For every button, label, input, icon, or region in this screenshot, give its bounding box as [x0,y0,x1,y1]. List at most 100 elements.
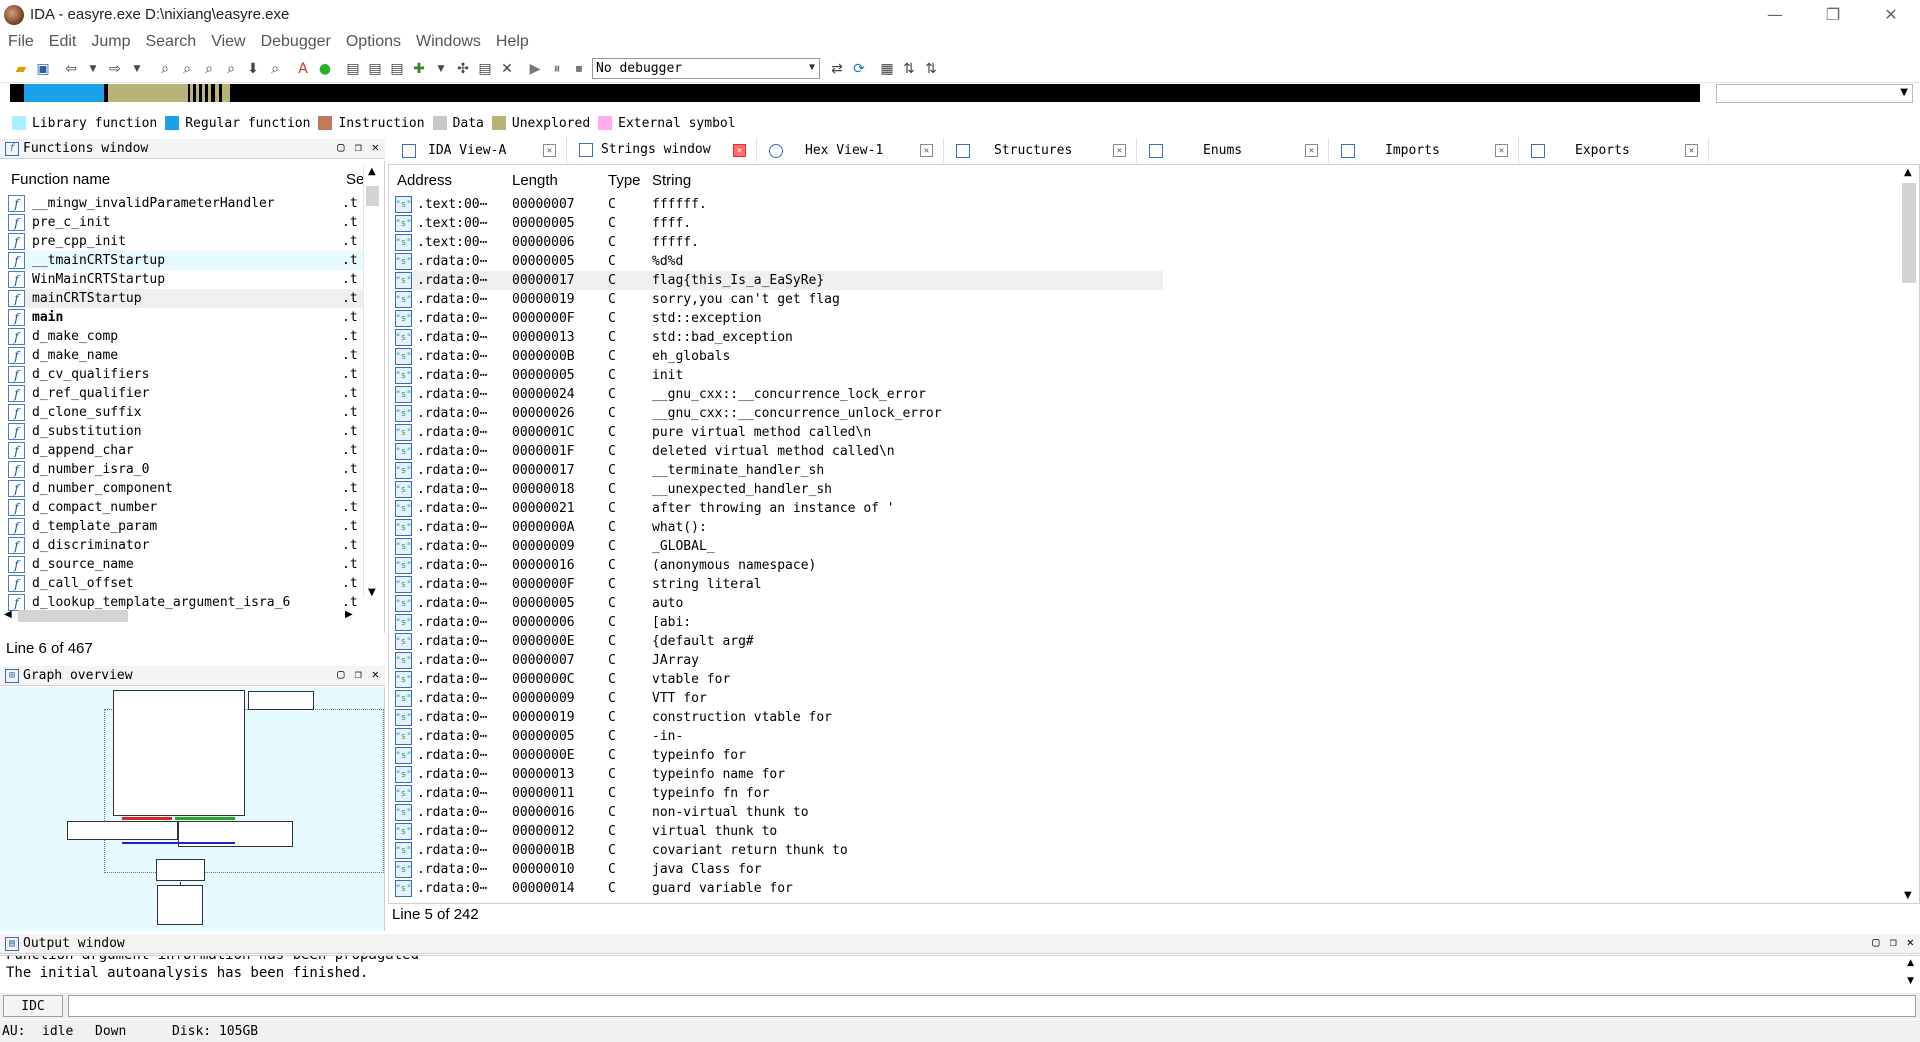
tab-imports[interactable]: Imports ✕ [1329,138,1519,163]
string-row[interactable]: "s" .rdata:0⋯ 00000005 Cauto [395,594,1535,613]
search-text-icon[interactable]: ⌕ [154,58,176,80]
function-row[interactable]: f mainCRTStartup .t [8,289,363,308]
chevron-down-icon[interactable]: ▼ [1907,976,1914,986]
string-row[interactable]: "s" .text:00⋯ 00000005 Cffff. [395,214,1535,233]
menu-edit[interactable]: Edit [49,33,77,51]
restore-button[interactable]: ❐ [1804,0,1862,29]
string-row[interactable]: "s" .rdata:0⋯ 00000011 Ctypeinfo fn for [395,784,1535,803]
string-row[interactable]: "s" .rdata:0⋯ 00000005 C -in- [395,727,1535,746]
search-code-icon[interactable]: ⌕ [264,58,286,80]
string-row[interactable]: "s" .rdata:0⋯ 00000014 Cguard variable for [395,879,1535,898]
close-icon[interactable]: ✕ [543,144,556,157]
string-row[interactable]: "s" .rdata:0⋯ 0000001F Cdeleted virtual met… [395,442,1535,461]
back-dropdown-icon[interactable]: ▼ [82,58,104,80]
chevron-up-icon[interactable]: ▲ [368,166,376,177]
restore-icon[interactable]: ❐ [1890,935,1897,949]
function-row[interactable]: f WinMainCRTStartup .t [8,270,363,289]
string-row[interactable]: "s" .rdata:0⋯ 0000000E Ctypeinfo for [395,746,1535,765]
menu-file[interactable]: File [8,33,34,51]
menu-help[interactable]: Help [496,33,529,51]
string-row[interactable]: "s" .rdata:0⋯ 0000000C Cvtable for [395,670,1535,689]
function-row[interactable]: f d_substitution .t [8,422,363,441]
forward-icon[interactable]: ⇨ [104,58,126,80]
make-data-icon[interactable]: ▤ [364,58,386,80]
back-icon[interactable]: ⇦ [60,58,82,80]
string-row[interactable]: "s" .rdata:0⋯ 00000018 C __unexpected_handle… [395,480,1535,499]
function-row[interactable]: f d_make_comp .t [8,327,363,346]
string-row[interactable]: "s" .rdata:0⋯ 0000000F Cstring literal [395,575,1535,594]
menu-search[interactable]: Search [145,33,196,51]
close-icon[interactable]: ✕ [1907,935,1914,949]
float-icon[interactable]: ▢ [1872,935,1879,949]
start-debugger-icon[interactable]: ▶ [524,58,546,80]
add-struct-icon[interactable]: ✚ [408,58,430,80]
forward-dropdown-icon[interactable]: ▼ [126,58,148,80]
string-row[interactable]: "s" .rdata:0⋯ 00000017 C __terminate_handler… [395,461,1535,480]
string-row[interactable]: "s" .rdata:0⋯ 00000021 C after throwing an … [395,499,1535,518]
column-address[interactable]: Address [397,172,452,189]
menu-options[interactable]: Options [346,33,401,51]
chevron-down-icon[interactable]: ▼ [368,587,376,598]
string-row[interactable]: "s" .rdata:0⋯ 00000013 Cstd::bad_exception [395,328,1535,347]
function-row[interactable]: f __mingw_invalidParameterHandler .t [8,194,363,213]
function-row[interactable]: f d_make_name .t [8,346,363,365]
idc-language-button[interactable]: IDC [3,995,63,1017]
column-string[interactable]: String [652,172,691,189]
function-row[interactable]: f d_compact_number .t [8,498,363,517]
menu-jump[interactable]: Jump [91,33,130,51]
string-row[interactable]: "s" .rdata:0⋯ 00000013 Ctypeinfo name for [395,765,1535,784]
string-row[interactable]: "s" .rdata:0⋯ 00000024 C __gnu_cxx::__concur… [395,385,1535,404]
chevron-right-icon[interactable]: ▶ [345,609,353,620]
search-binary-icon[interactable]: ⌕ [176,58,198,80]
string-row[interactable]: "s" .rdata:0⋯ 0000000A Cwhat(): [395,518,1535,537]
pause-debugger-icon[interactable]: ⏸ [546,58,568,80]
string-row[interactable]: "s" .rdata:0⋯ 00000019 Csorry,you can't get… [395,290,1535,309]
assemble-icon[interactable]: ▤ [474,58,496,80]
minimize-button[interactable]: — [1746,0,1804,29]
search-next-icon[interactable]: ⌕ [220,58,242,80]
string-row[interactable]: "s" .rdata:0⋯ 00000010 Cjava Class for [395,860,1535,879]
string-row[interactable]: "s" .rdata:0⋯ 0000000F Cstd::exception [395,309,1535,328]
string-row[interactable]: "s" .rdata:0⋯ 0000001C Cpure virtual method… [395,423,1535,442]
tracing-icon[interactable]: ⇅ [898,58,920,80]
jump-down-icon[interactable]: ⬇ [242,58,264,80]
float-icon[interactable]: ▢ [337,140,344,154]
function-row[interactable]: f d_source_name .t [8,555,363,574]
chevron-up-icon[interactable]: ▲ [1904,167,1912,178]
string-row[interactable]: "s" .rdata:0⋯ 00000017 Cflag{this_Is_a_EaSy… [395,271,1163,290]
function-row[interactable]: f d_cv_qualifiers .t [8,365,363,384]
step-icon[interactable]: ⇄ [826,58,848,80]
string-row[interactable]: "s" .rdata:0⋯ 00000012 Cvirtual thunk to [395,822,1535,841]
functions-vertical-scrollbar[interactable]: ▲ ▼ [363,166,381,598]
navigation-band[interactable] [10,84,1700,102]
chevron-down-icon[interactable]: ▼ [1904,890,1912,901]
command-input[interactable] [68,995,1916,1017]
graph-overview-canvas[interactable] [0,687,385,931]
menu-windows[interactable]: Windows [416,33,481,51]
search-immediate-icon[interactable]: ⌕ [198,58,220,80]
string-row[interactable]: "s" .text:00⋯ 00000006 Cfffff. [395,233,1535,252]
trace-options-icon[interactable]: ⇅ [920,58,942,80]
chevron-left-icon[interactable]: ◀ [4,609,12,620]
tab-ida-view-a[interactable]: IDA View-A ✕ [390,138,567,163]
column-segment[interactable]: Se [346,171,364,188]
float-icon[interactable]: ▢ [337,667,344,681]
save-icon[interactable]: ▣ [32,58,54,80]
chevron-up-icon[interactable]: ▲ [1907,958,1914,968]
function-row[interactable]: f main .t [8,308,363,327]
function-row[interactable]: f d_ref_qualifier .t [8,384,363,403]
close-icon[interactable]: ✕ [372,140,379,154]
string-row[interactable]: "s" .rdata:0⋯ 00000016 C (anonymous namespac… [395,556,1535,575]
string-row[interactable]: "s" .rdata:0⋯ 0000001B Ccovariant return th… [395,841,1535,860]
function-row[interactable]: f d_call_offset .t [8,574,363,593]
close-icon[interactable]: ✕ [1685,144,1698,157]
add-struct-dropdown-icon[interactable]: ▼ [430,58,452,80]
tab-hex-view-1[interactable]: Hex View-1 ✕ [757,138,944,163]
function-row[interactable]: f d_append_char .t [8,441,363,460]
scrollbar-thumb[interactable] [18,610,128,622]
close-icon[interactable]: ✕ [1113,144,1126,157]
ida-logo-icon[interactable]: A [292,58,314,80]
string-row[interactable]: "s" .rdata:0⋯ 0000000B Ceh_globals [395,347,1535,366]
scrollbar-thumb[interactable] [366,186,379,206]
restore-icon[interactable]: ❐ [355,667,362,681]
